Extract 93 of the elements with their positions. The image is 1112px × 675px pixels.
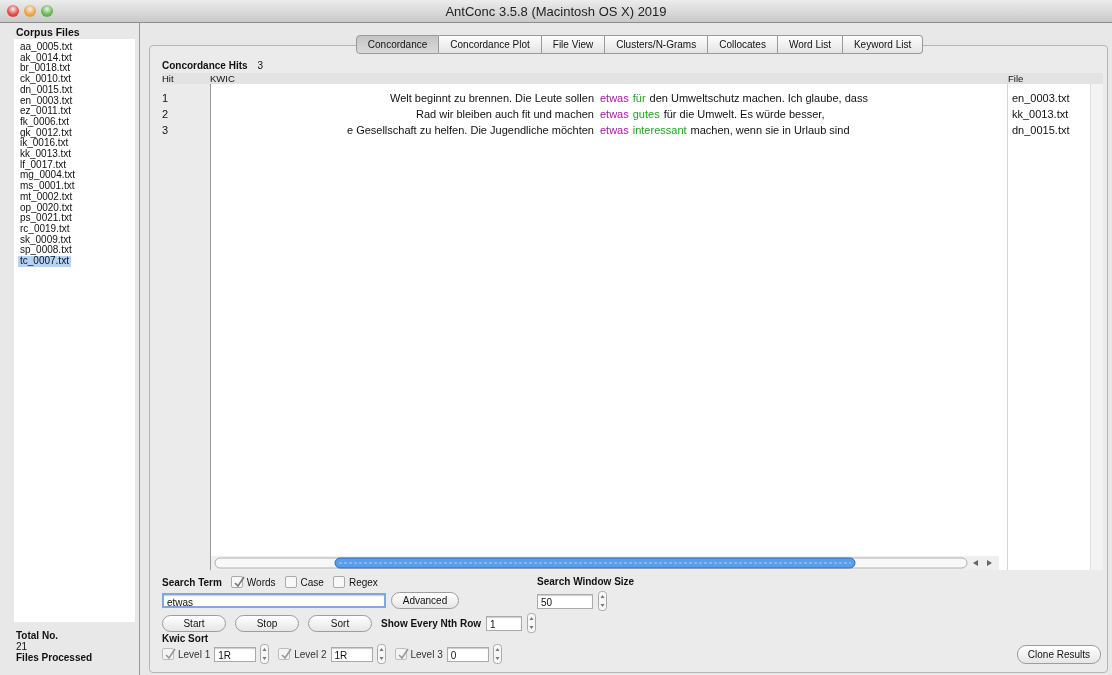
kwic-sort-label: Kwic Sort — [162, 633, 209, 644]
right-context: für die Umwelt. Es würde besser, — [663, 107, 825, 122]
file-item[interactable]: tc_0007.txt — [18, 256, 71, 267]
action-button[interactable]: Stop — [235, 614, 299, 632]
file-name: dn_0015.txt — [1012, 124, 1070, 136]
hits-label: Concordance Hits — [162, 60, 248, 71]
left-context: Rad wir bleiben auch fit und machen — [415, 107, 594, 122]
file-item[interactable]: dn_0015.txt — [18, 84, 75, 96]
spinner[interactable] — [598, 591, 607, 611]
sort-level-field[interactable]: 1R — [330, 646, 373, 662]
hit-number: 2 — [162, 108, 169, 120]
file-item[interactable]: mg_0004.txt — [18, 170, 78, 182]
files-processed-label: Files Processed — [16, 652, 94, 663]
collocate: für — [632, 91, 646, 106]
tab[interactable]: Word List — [777, 35, 843, 54]
file-item[interactable]: br_0018.txt — [18, 63, 73, 75]
spinner[interactable] — [260, 644, 270, 664]
file-name: en_0003.txt — [1012, 92, 1070, 104]
file-item[interactable]: en_0003.txt — [18, 95, 75, 107]
keyword: etwas — [600, 123, 629, 138]
checkbox[interactable] — [162, 648, 174, 660]
file-item[interactable]: sk_0009.txt — [18, 234, 74, 246]
left-context: e Gesellschaft zu helfen. Die Jugendliche möchten — [345, 123, 594, 138]
spinner[interactable] — [492, 644, 502, 664]
file-item[interactable]: rc_0019.txt — [18, 223, 72, 235]
clone-results-button[interactable]: Clone Results — [1017, 645, 1101, 664]
column-header: File — [1008, 73, 1024, 84]
tab[interactable]: Concordance Plot — [439, 35, 542, 54]
horizontal-scrollbar[interactable] — [211, 556, 999, 570]
checkbox[interactable] — [284, 576, 297, 588]
search-term-label: Search Term — [162, 576, 222, 588]
file-item[interactable]: fk_0006.txt — [18, 116, 71, 128]
checkbox-label: Level 3 — [410, 648, 443, 660]
zoom-button[interactable] — [41, 5, 53, 17]
keyword: etwas — [600, 91, 629, 106]
checkbox[interactable] — [278, 648, 291, 660]
file-name: kk_0013.txt — [1012, 108, 1069, 120]
nth-row-label: Show Every Nth Row — [381, 617, 481, 629]
file-item[interactable]: op_0020.txt — [18, 202, 75, 214]
file-item[interactable]: aa_0005.txt — [18, 42, 75, 53]
advanced-button[interactable]: Advanced — [391, 592, 459, 609]
file-item[interactable]: lf_0017.txt — [18, 159, 69, 171]
window-size-label: Search Window Size — [537, 576, 635, 587]
file-item[interactable]: sp_0008.txt — [18, 245, 74, 257]
tab[interactable]: Clusters/N-Grams — [605, 35, 709, 54]
column-header: Hit — [162, 73, 174, 84]
column-header: KWIC — [210, 73, 235, 84]
file-item[interactable]: ak_0014.txt — [18, 52, 74, 64]
right-context: machen, wenn sie in Urlaub sind — [690, 123, 850, 138]
left-context: Welt beginnt zu brennen. Die Leute sollen — [388, 91, 594, 106]
sort-level-field[interactable]: 0 — [446, 646, 489, 662]
search-field[interactable]: etwas — [162, 593, 386, 608]
total-label: Total No. — [16, 630, 60, 641]
minimize-button[interactable] — [24, 5, 36, 17]
spinner[interactable] — [376, 644, 386, 664]
total-count: 21 — [16, 641, 29, 652]
checkbox[interactable] — [332, 576, 345, 588]
right-context: den Umweltschutz machen. Ich glaube, dass — [649, 91, 868, 106]
panel-title: Corpus Files — [15, 25, 81, 39]
file-item[interactable]: ck_0010.txt — [18, 74, 74, 85]
action-button[interactable]: Sort — [308, 614, 372, 632]
checkbox-label: Level 2 — [294, 648, 327, 660]
nth-row-field[interactable]: 1 — [486, 615, 522, 631]
hits-count: 3 — [257, 60, 264, 71]
vertical-scrollbar[interactable] — [1090, 84, 1103, 570]
sort-level-field[interactable]: 1R — [214, 646, 257, 662]
window-title: AntConc 3.5.8 (Macintosh OS X) 2019 — [445, 3, 667, 19]
window-size-field[interactable]: 50 — [537, 593, 593, 609]
collocate: interessant — [632, 123, 687, 138]
checkbox[interactable] — [394, 648, 407, 660]
file-item[interactable]: mt_0002.txt — [18, 191, 75, 203]
hit-number: 1 — [162, 92, 169, 104]
keyword: etwas — [600, 107, 629, 122]
close-button[interactable] — [7, 5, 19, 17]
hit-number: 3 — [162, 124, 169, 136]
tab[interactable]: File View — [541, 35, 606, 54]
file-item[interactable]: kk_0013.txt — [18, 149, 74, 160]
tab[interactable]: Concordance — [355, 35, 440, 54]
checkbox-label: Words — [246, 576, 276, 588]
spinner[interactable] — [527, 613, 536, 633]
checkbox[interactable] — [230, 576, 243, 588]
tab[interactable]: Keyword List — [842, 35, 924, 54]
file-item[interactable]: ps_0021.txt — [18, 213, 74, 224]
action-button[interactable]: Start — [162, 614, 226, 632]
file-item[interactable]: gk_0012.txt — [18, 127, 74, 139]
checkbox-label: Case — [300, 576, 324, 588]
file-item[interactable]: ez_0011.txt — [18, 106, 73, 117]
checkbox-label: Level 1 — [178, 648, 211, 660]
tab[interactable]: Collocates — [708, 35, 778, 54]
file-item[interactable]: ms_0001.txt — [18, 181, 77, 192]
file-item[interactable]: ik_0016.txt — [18, 138, 71, 150]
checkbox-label: Regex — [348, 576, 378, 588]
collocate: gutes — [632, 107, 660, 122]
